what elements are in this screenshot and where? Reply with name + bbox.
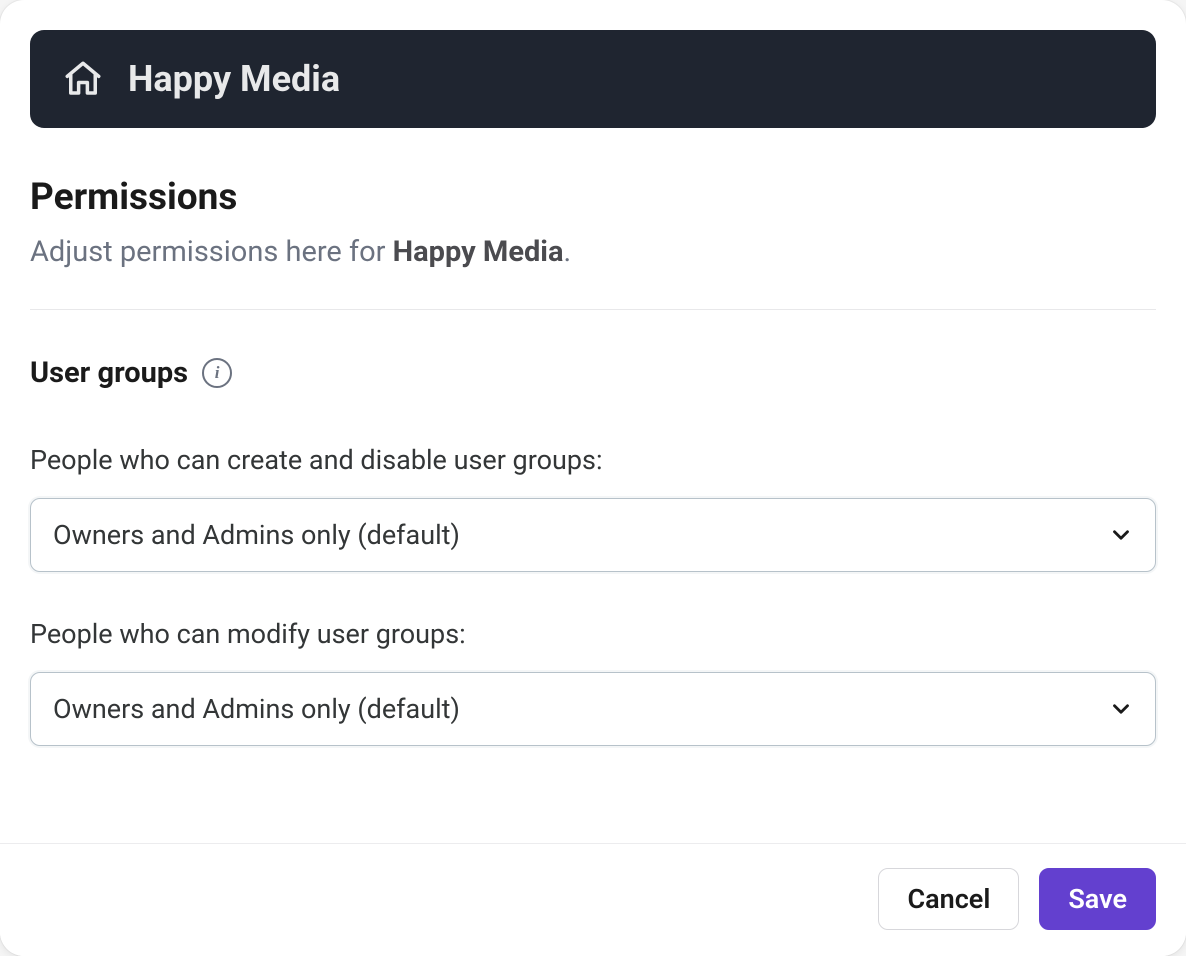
page-subtitle: Adjust permissions here for Happy Media. <box>30 235 1156 269</box>
create-disable-label: People who can create and disable user g… <box>30 444 1156 476</box>
subtitle-org: Happy Media <box>393 235 564 269</box>
dialog-content: Happy Media Permissions Adjust permissio… <box>0 0 1186 843</box>
create-disable-select-wrap: Owners and Admins only (default) <box>30 498 1156 572</box>
modify-value: Owners and Admins only (default) <box>53 693 460 725</box>
section-heading: User groups i <box>30 356 1156 390</box>
org-header: Happy Media <box>30 30 1156 128</box>
section-title: User groups <box>30 356 188 390</box>
divider <box>30 309 1156 310</box>
save-button[interactable]: Save <box>1039 868 1156 930</box>
permissions-dialog: Happy Media Permissions Adjust permissio… <box>0 0 1186 956</box>
create-disable-select[interactable]: Owners and Admins only (default) <box>30 498 1156 572</box>
modify-select[interactable]: Owners and Admins only (default) <box>30 672 1156 746</box>
cancel-button[interactable]: Cancel <box>878 868 1019 930</box>
page-title: Permissions <box>30 176 1156 219</box>
info-icon[interactable]: i <box>202 358 232 388</box>
modify-select-wrap: Owners and Admins only (default) <box>30 672 1156 746</box>
modify-label: People who can modify user groups: <box>30 618 1156 650</box>
subtitle-prefix: Adjust permissions here for <box>30 235 393 269</box>
create-disable-value: Owners and Admins only (default) <box>53 519 460 551</box>
subtitle-suffix: . <box>564 235 572 269</box>
home-icon <box>62 58 104 100</box>
org-name: Happy Media <box>128 58 340 100</box>
dialog-footer: Cancel Save <box>0 843 1186 956</box>
